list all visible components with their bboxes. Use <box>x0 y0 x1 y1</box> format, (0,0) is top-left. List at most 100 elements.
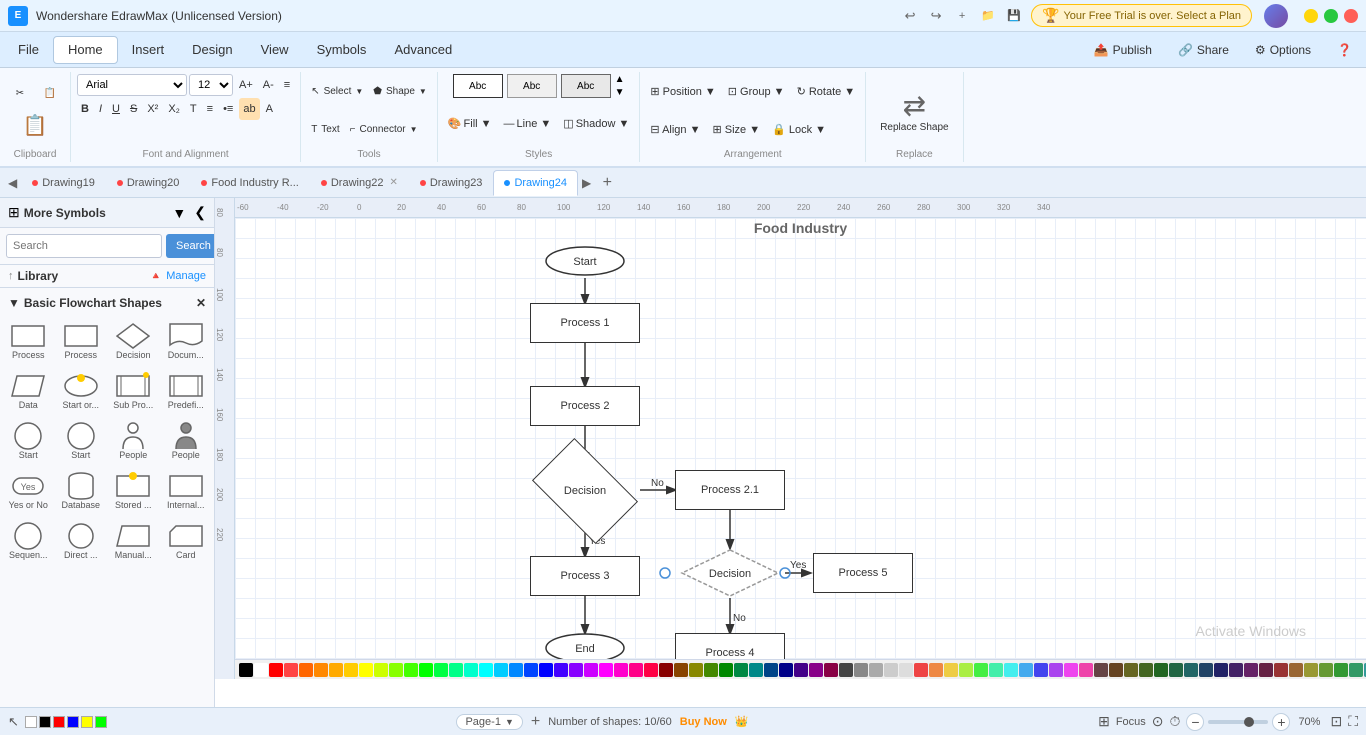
color-swatch[interactable] <box>479 663 493 677</box>
color-swatch[interactable] <box>899 663 913 677</box>
shape-item-document[interactable]: Docum... <box>162 318 211 364</box>
color-swatch[interactable] <box>344 663 358 677</box>
fill-btn[interactable]: 🎨 Fill ▼ <box>444 113 496 135</box>
font-decrease-btn[interactable]: A- <box>259 74 278 96</box>
bullet-btn[interactable]: •≡ <box>219 98 237 120</box>
color-swatch[interactable] <box>824 663 838 677</box>
superscript-btn[interactable]: X² <box>143 98 162 120</box>
color-swatch[interactable] <box>1334 663 1348 677</box>
color-swatch[interactable] <box>1259 663 1273 677</box>
select-btn[interactable]: ↖ Select ▼ <box>307 76 367 108</box>
fullscreen-btn[interactable]: ⛶ <box>1348 713 1358 730</box>
status-color-swatch[interactable] <box>67 716 79 728</box>
color-swatch[interactable] <box>434 663 448 677</box>
color-swatch[interactable] <box>1094 663 1108 677</box>
shape-item-start-circle[interactable]: Start <box>4 418 53 464</box>
font-increase-btn[interactable]: A+ <box>235 74 257 96</box>
style-scroll[interactable]: ▲ ▼ <box>615 74 625 98</box>
strikethrough-btn[interactable]: S <box>126 98 141 120</box>
tab-drawing22[interactable]: Drawing22 ✕ <box>310 170 409 196</box>
shape-process21[interactable]: Process 2.1 <box>675 470 785 510</box>
color-swatch[interactable] <box>374 663 388 677</box>
new-btn[interactable]: + <box>953 7 971 25</box>
status-color-swatch[interactable] <box>95 716 107 728</box>
color-swatch[interactable] <box>1214 663 1228 677</box>
color-swatch[interactable] <box>614 663 628 677</box>
shape-item-yesno[interactable]: Yes Yes or No <box>4 468 53 514</box>
shape-item-card[interactable]: Card <box>162 518 211 564</box>
color-swatch[interactable] <box>779 663 793 677</box>
shape-item-sequential[interactable]: Sequen... <box>4 518 53 564</box>
shape-start[interactable]: Start <box>545 246 625 276</box>
color-swatch[interactable] <box>959 663 973 677</box>
color-swatch[interactable] <box>419 663 433 677</box>
color-swatch[interactable] <box>494 663 508 677</box>
color-swatch[interactable] <box>1244 663 1258 677</box>
color-swatch[interactable] <box>1349 663 1363 677</box>
color-swatch[interactable] <box>584 663 598 677</box>
replace-shape-btn[interactable]: ⇄ Replace Shape <box>872 74 956 147</box>
color-swatch[interactable] <box>764 663 778 677</box>
color-swatch[interactable] <box>1319 663 1333 677</box>
align-btn[interactable]: ≡ <box>280 74 294 96</box>
publish-btn[interactable]: 📤 Publish <box>1084 39 1162 61</box>
color-swatch[interactable] <box>1184 663 1198 677</box>
shape-item-process[interactable]: Process <box>4 318 53 364</box>
shape-decision2[interactable]: Decision <box>680 548 780 598</box>
paste-btn[interactable]: 📋 <box>13 110 57 142</box>
tab-close-btn[interactable]: ✕ <box>389 177 397 188</box>
color-swatch[interactable] <box>1274 663 1288 677</box>
color-swatch[interactable] <box>599 663 613 677</box>
color-swatch[interactable] <box>509 663 523 677</box>
color-swatch[interactable] <box>734 663 748 677</box>
color-swatch[interactable] <box>704 663 718 677</box>
color-swatch[interactable] <box>839 663 853 677</box>
line-btn[interactable]: — Line ▼ <box>500 113 556 135</box>
align-ribbon-btn[interactable]: ⊟ Align ▼ <box>646 118 704 140</box>
color-swatch[interactable] <box>974 663 988 677</box>
color-swatch[interactable] <box>644 663 658 677</box>
color-swatch[interactable] <box>1289 663 1303 677</box>
color-swatch[interactable] <box>1019 663 1033 677</box>
open-btn[interactable]: 📁 <box>979 7 997 25</box>
color-swatch[interactable] <box>929 663 943 677</box>
color-swatch[interactable] <box>659 663 673 677</box>
color-swatch[interactable] <box>914 663 928 677</box>
tab-drawing24[interactable]: Drawing24 <box>493 170 578 196</box>
tab-next-btn[interactable]: ▶ <box>578 172 595 194</box>
save-btn[interactable]: 💾 <box>1005 7 1023 25</box>
menu-insert[interactable]: Insert <box>118 36 179 64</box>
color-swatch[interactable] <box>1304 663 1318 677</box>
shape-item-process2[interactable]: Process <box>57 318 106 364</box>
shape-item-startend[interactable]: Start or... <box>57 368 106 414</box>
trial-banner[interactable]: 🏆 Your Free Trial is over. Select a Plan <box>1031 4 1252 27</box>
canvas-area[interactable]: -60 -40 -20 0 20 40 60 80 100 120 140 16… <box>215 198 1366 707</box>
color-swatch[interactable] <box>284 663 298 677</box>
font-color-btn[interactable]: A <box>262 98 277 120</box>
shape-item-start-circle2[interactable]: Start <box>57 418 106 464</box>
size-btn[interactable]: ⊞ Size ▼ <box>708 118 764 140</box>
shape-item-data[interactable]: Data <box>4 368 53 414</box>
tab-drawing23[interactable]: Drawing23 <box>409 170 494 196</box>
color-swatch[interactable] <box>719 663 733 677</box>
add-page-btn[interactable]: + <box>531 713 540 731</box>
list-btn[interactable]: ≡ <box>203 98 217 120</box>
color-swatch[interactable] <box>869 663 883 677</box>
tab-drawing19[interactable]: Drawing19 <box>21 170 106 196</box>
lock-btn[interactable]: 🔒 Lock ▼ <box>768 118 830 140</box>
status-color-swatch[interactable] <box>25 716 37 728</box>
help-btn[interactable]: ❓ <box>1327 39 1362 61</box>
color-swatch[interactable] <box>359 663 373 677</box>
color-swatch[interactable] <box>1109 663 1123 677</box>
text-format-btn[interactable]: T <box>186 98 201 120</box>
color-swatch[interactable] <box>689 663 703 677</box>
shape-process5[interactable]: Process 5 <box>813 553 913 593</box>
color-swatch[interactable] <box>569 663 583 677</box>
zoom-out-btn[interactable]: − <box>1186 713 1204 731</box>
color-swatch[interactable] <box>884 663 898 677</box>
color-swatch[interactable] <box>1169 663 1183 677</box>
shadow-btn[interactable]: ◫ Shadow ▼ <box>559 113 633 135</box>
color-swatch[interactable] <box>854 663 868 677</box>
color-swatch[interactable] <box>629 663 643 677</box>
color-swatch[interactable] <box>464 663 478 677</box>
